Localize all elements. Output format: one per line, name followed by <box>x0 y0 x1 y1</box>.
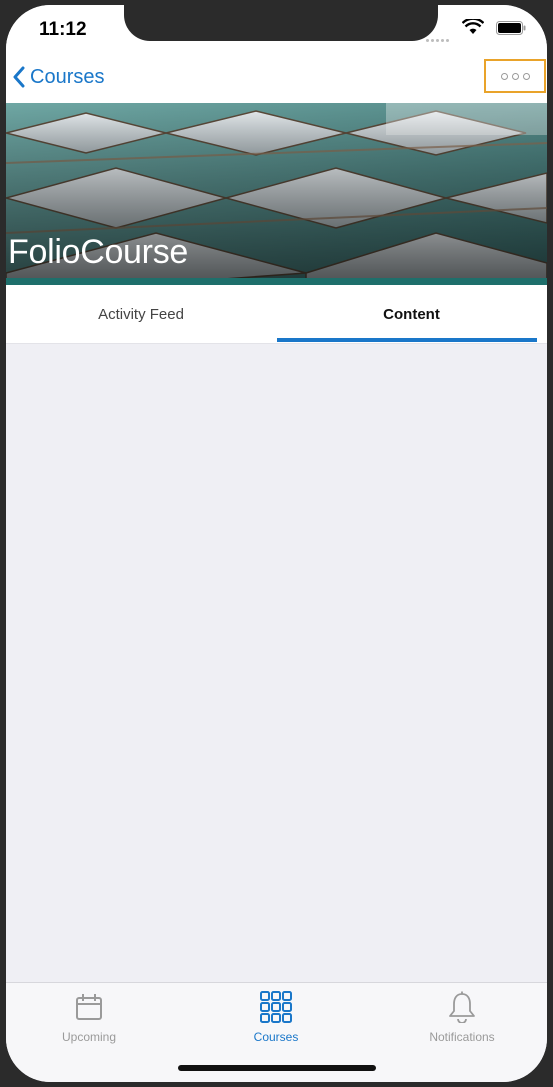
back-button-label: Courses <box>30 65 105 88</box>
ellipsis-dot <box>522 72 530 80</box>
course-title: FolioCourse <box>8 233 188 271</box>
chevron-left-icon <box>13 66 25 88</box>
tab-upcoming-label: Upcoming <box>61 1030 117 1044</box>
app-screen: 11:12 Courses FolioCourse Activity Feed … <box>6 5 547 1082</box>
tab-notifications-label: Notifications <box>429 1030 495 1044</box>
grid-icon <box>258 989 294 1025</box>
tab-notifications[interactable]: Notifications <box>392 989 532 1049</box>
calendar-icon <box>71 989 107 1025</box>
wifi-icon <box>462 19 484 34</box>
status-time: 11:12 <box>39 19 87 40</box>
back-button[interactable]: Courses <box>12 62 104 92</box>
device-notch <box>124 5 438 41</box>
bell-icon <box>444 989 480 1025</box>
tab-content[interactable]: Content <box>276 285 547 343</box>
battery-icon <box>496 21 526 35</box>
tab-courses-label: Courses <box>253 1030 299 1044</box>
device-frame: 11:12 Courses FolioCourse Activity Feed … <box>0 0 553 1087</box>
tab-activity-feed[interactable]: Activity Feed <box>6 285 276 343</box>
ellipsis-icon <box>500 72 508 80</box>
tab-courses[interactable]: Courses <box>206 989 346 1049</box>
home-indicator <box>178 1065 376 1071</box>
segmented-tabs: Activity Feed Content <box>6 285 547 344</box>
more-options-button[interactable] <box>484 59 546 93</box>
banner-accent-stripe <box>6 278 547 285</box>
content-list-area[interactable] <box>6 344 547 982</box>
selected-tab-indicator <box>277 338 537 342</box>
navigation-bar: Courses <box>6 53 547 103</box>
ellipsis-dot <box>511 72 519 80</box>
tab-upcoming[interactable]: Upcoming <box>19 989 159 1049</box>
course-banner: FolioCourse <box>6 103 547 284</box>
